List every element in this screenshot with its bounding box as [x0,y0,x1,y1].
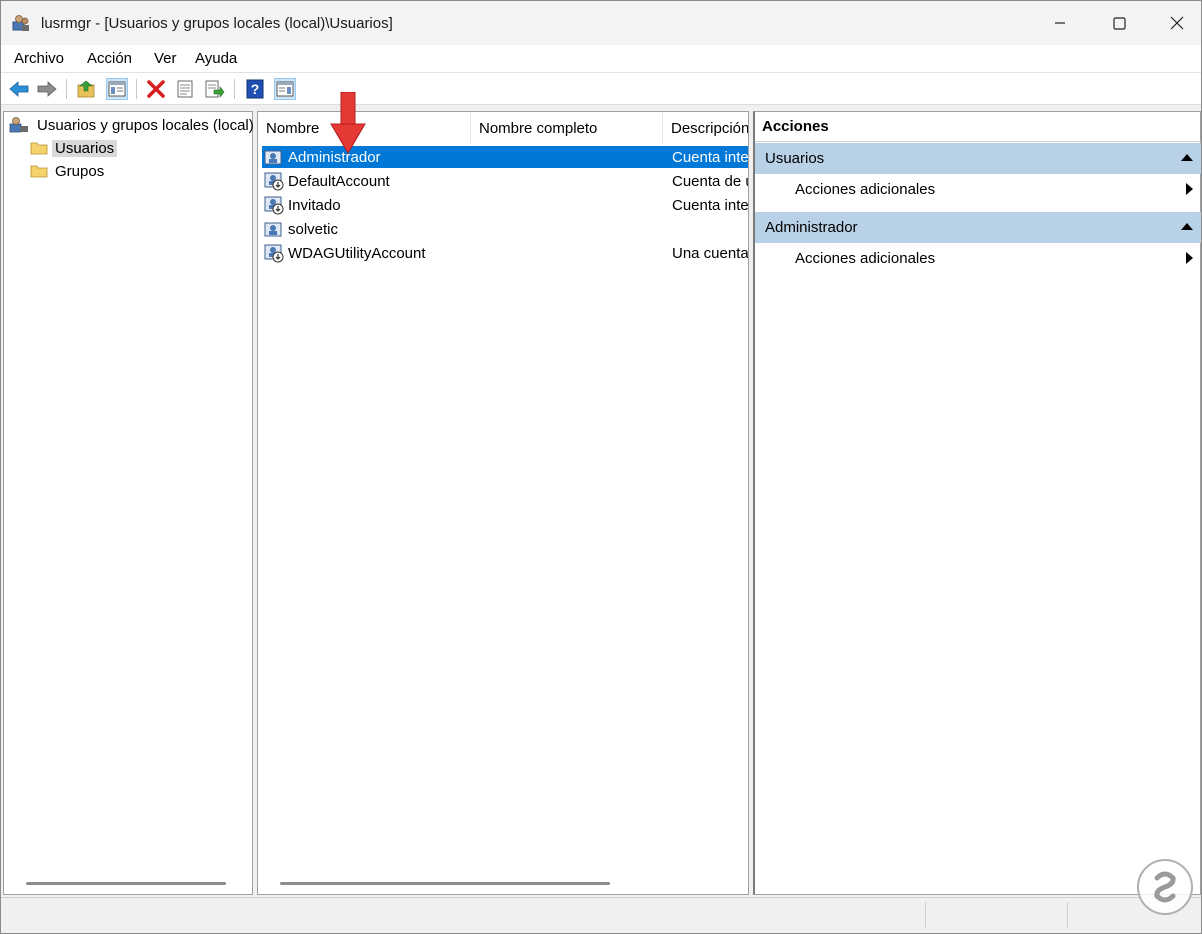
user-description: Cuenta integrada para la administración … [672,148,748,166]
actions-header: Acciones [755,112,1201,142]
export-list-icon [205,80,225,98]
submenu-arrow-icon [1186,183,1193,195]
show-hide-tree-button[interactable] [106,78,128,100]
actions-section-usuarios[interactable]: Usuarios [755,143,1201,174]
user-description: Cuenta de usuario administrada por el si… [672,172,748,190]
minimize-icon [1055,22,1065,24]
help-button[interactable]: ? [244,78,266,100]
watermark-logo-icon [1137,859,1193,915]
list-horizontal-scrollbar[interactable] [280,882,610,885]
user-name: Administrador [288,148,381,166]
delete-button[interactable] [145,78,167,100]
annotation-arrow-icon [330,92,366,154]
svg-text:?: ? [251,81,260,97]
maximize-icon [1112,16,1126,30]
user-icon [264,150,282,165]
window-title: lusrmgr - [Usuarios y grupos locales (lo… [41,15,393,32]
minimize-button[interactable] [1031,1,1089,45]
tree-item-usuarios[interactable]: Usuarios [30,137,118,159]
folder-icon [30,165,48,178]
disabled-user-icon [264,244,284,263]
user-description: Cuenta integrada para el acceso como inv… [672,196,748,214]
column-header-nombre-completo[interactable]: Nombre completo [471,112,663,144]
back-arrow-icon [9,81,29,97]
up-level-button[interactable] [76,78,98,100]
show-hide-action-pane-icon [276,81,294,97]
table-row[interactable]: Invitado Cuenta integrada para el acceso… [262,194,748,216]
actions-pane: Acciones Usuarios Acciones adicionales A… [753,111,1201,895]
table-row[interactable]: DefaultAccount Cuenta de usuario adminis… [262,170,748,192]
close-icon [1170,16,1184,30]
menu-ayuda[interactable]: Ayuda [195,50,237,67]
section-title: Usuarios [765,150,825,167]
user-name: WDAGUtilityAccount [288,244,426,262]
menu-accion[interactable]: Acción [87,50,132,67]
status-bar [1,897,1201,933]
user-name: Invitado [288,196,341,214]
tree-item-label: Grupos [55,162,105,180]
folder-icon [30,142,48,155]
section-title: Administrador [765,219,858,236]
disabled-user-icon [264,196,284,215]
menu-archivo[interactable]: Archivo [14,50,64,67]
toolbar: ? [1,73,1201,105]
properties-icon [177,80,193,98]
more-actions-administrador[interactable]: Acciones adicionales [755,243,1201,273]
forward-arrow-icon [37,81,57,97]
table-row[interactable]: WDAGUtilityAccount Una cuenta de usuario… [262,242,748,264]
tree-pane[interactable]: Usuarios y grupos locales (local) Usuari… [3,111,254,895]
menu-bar: Archivo Acción Ver Ayuda [1,45,1201,73]
more-actions-usuarios[interactable]: Acciones adicionales [755,174,1201,204]
menu-ver[interactable]: Ver [154,50,177,67]
users-groups-icon [9,117,28,133]
tree-horizontal-scrollbar[interactable] [26,882,226,885]
tree-item-grupos[interactable]: Grupos [30,160,107,182]
collapse-caret-icon[interactable] [1181,154,1193,161]
tree-root[interactable]: Usuarios y grupos locales (local) [8,114,257,136]
user-description: Una cuenta de usuario que el sistema adm… [672,244,748,262]
maximize-button[interactable] [1090,1,1148,45]
column-header-descripcion[interactable]: Descripción [663,112,748,144]
forward-button[interactable] [36,78,58,100]
properties-button[interactable] [174,78,196,100]
title-bar[interactable]: lusrmgr - [Usuarios y grupos locales (lo… [1,1,1201,45]
user-name: solvetic [288,220,339,238]
back-button[interactable] [8,78,30,100]
tree-root-label: Usuarios y grupos locales (local) [37,116,254,134]
mmc-window: lusrmgr - [Usuarios y grupos locales (lo… [0,0,1202,934]
users-app-icon [12,15,29,31]
action-label: Acciones adicionales [795,180,936,198]
tree-item-label: Usuarios [52,139,118,157]
export-list-button[interactable] [204,78,226,100]
show-hide-tree-icon [108,81,126,97]
collapse-caret-icon[interactable] [1181,223,1193,230]
disabled-user-icon [264,172,284,191]
list-pane[interactable]: Nombre Nombre completo Descripción Admin… [257,111,749,895]
close-button[interactable] [1148,1,1202,45]
table-row[interactable]: solvetic [262,218,748,240]
actions-section-administrador[interactable]: Administrador [755,212,1201,243]
delete-icon [147,80,165,98]
user-icon [264,222,282,237]
up-folder-icon [77,80,95,98]
submenu-arrow-icon [1186,252,1193,264]
user-name: DefaultAccount [288,172,390,190]
action-label: Acciones adicionales [795,249,936,267]
help-icon: ? [246,79,264,99]
show-hide-action-pane-button[interactable] [274,78,296,100]
